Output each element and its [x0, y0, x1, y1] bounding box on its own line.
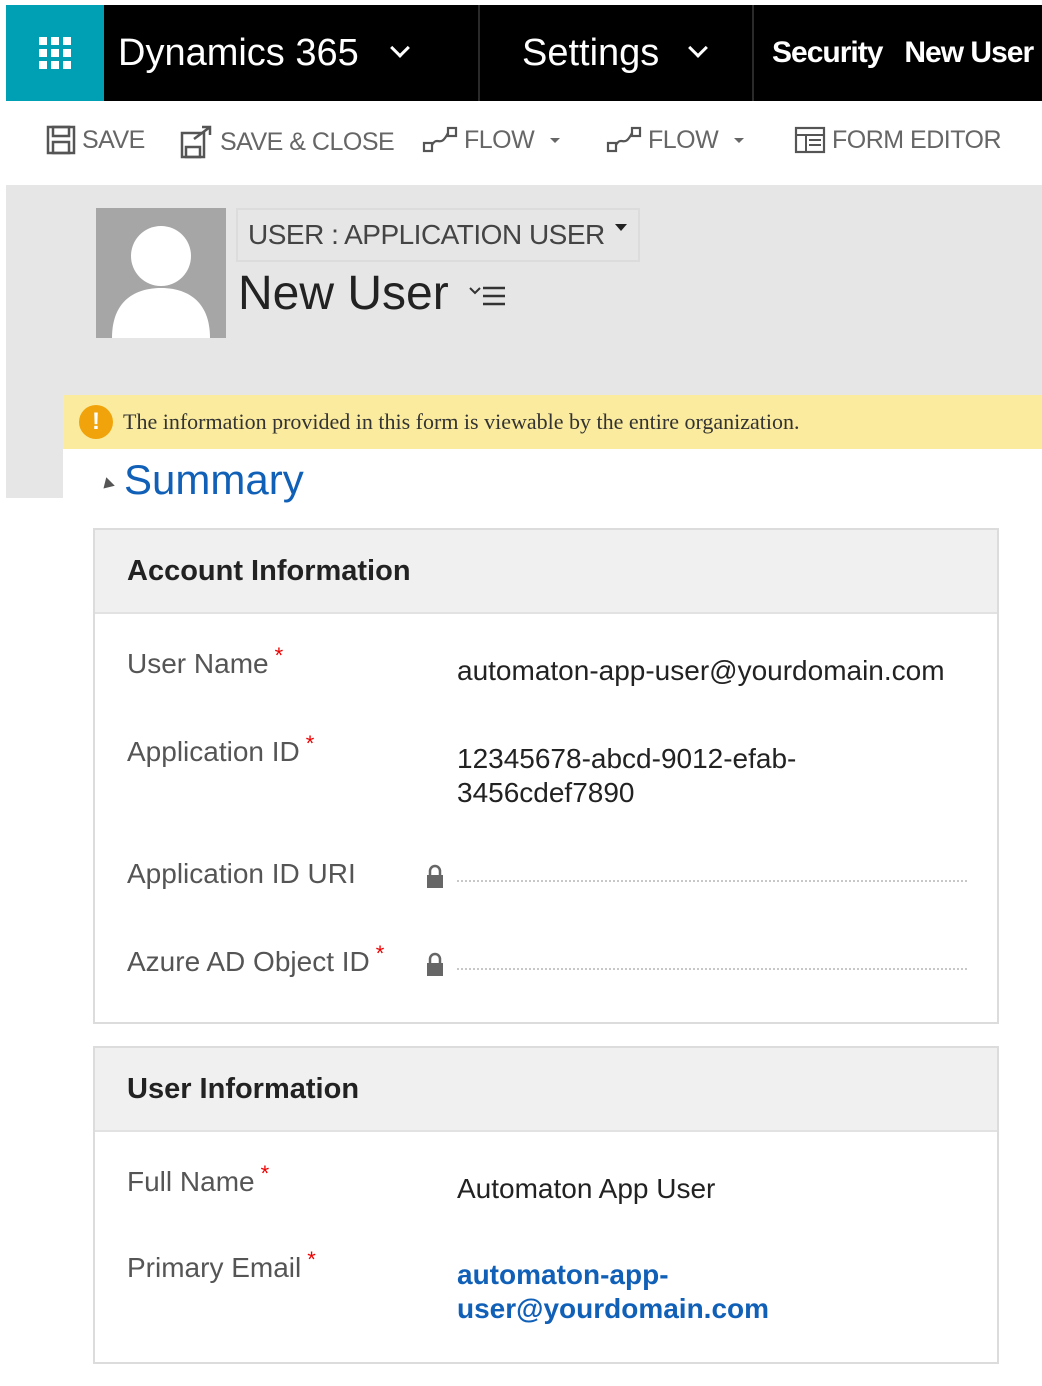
full-name-field: Full Name * Automaton App User: [127, 1161, 967, 1210]
collapse-triangle-icon: [99, 477, 115, 493]
account-information-section: Account Information User Name * automaton…: [93, 528, 999, 1024]
form-editor-label: FORM EDITOR: [832, 125, 1002, 154]
required-marker: *: [375, 941, 385, 966]
section-title: Account Information: [95, 530, 997, 614]
area-name: Settings: [522, 31, 660, 74]
command-bar: SAVE SAVE & CLOSE FLOW FLOW FORM EDITOR: [6, 101, 1042, 185]
user-name-field: User Name * automaton-app-user@yourdomain…: [127, 643, 967, 692]
field-label: Application ID *: [127, 731, 315, 767]
required-marker: *: [307, 1247, 316, 1272]
form-selector[interactable]: USER : APPLICATION USER: [236, 208, 640, 262]
full-name-value[interactable]: Automaton App User: [457, 1172, 715, 1206]
app-switcher[interactable]: Dynamics 365: [104, 5, 480, 101]
save-close-label: SAVE & CLOSE: [220, 127, 395, 156]
top-nav-bar: Dynamics 365 Settings Security New User: [6, 5, 1042, 101]
user-silhouette-icon: [112, 226, 210, 338]
primary-email-field: Primary Email * automaton-app- user@yourd…: [127, 1247, 967, 1332]
flow-label: FLOW: [464, 125, 535, 154]
summary-title: Summary: [124, 456, 304, 503]
section-title: User Information: [95, 1048, 997, 1132]
form-selector-label: USER : APPLICATION USER: [248, 219, 605, 250]
field-label: User Name *: [127, 643, 284, 679]
caret-down-icon: [550, 137, 561, 143]
record-title-text: New User: [238, 267, 449, 320]
save-label: SAVE: [82, 125, 145, 154]
caret-down-icon: [614, 223, 627, 231]
form-editor-button[interactable]: FORM EDITOR: [794, 125, 1002, 155]
warning-icon: !: [79, 405, 113, 439]
required-marker: *: [274, 643, 284, 668]
lock-icon: [427, 864, 443, 888]
primary-email-link[interactable]: automaton-app- user@yourdomain.com: [457, 1258, 769, 1326]
app-name: Dynamics 365: [118, 31, 359, 74]
waffle-icon: [39, 37, 71, 69]
chevron-down-icon: [688, 38, 709, 58]
form-editor-icon: [794, 126, 826, 154]
record-menu-icon[interactable]: [468, 284, 507, 310]
breadcrumb-new-user[interactable]: New User: [904, 36, 1034, 70]
chevron-down-icon: [389, 38, 410, 58]
required-marker: *: [305, 731, 315, 756]
save-close-icon: [180, 125, 212, 159]
azure-ad-object-id-input: [457, 968, 967, 970]
application-id-field: Application ID * 12345678-abcd-9012-efab-…: [127, 731, 967, 816]
breadcrumb-security[interactable]: Security: [772, 36, 883, 70]
avatar[interactable]: [96, 208, 226, 338]
breadcrumb: Security New User: [754, 5, 1042, 101]
save-icon: [46, 125, 76, 155]
flow-icon: [422, 126, 458, 153]
field-label: Full Name *: [127, 1161, 270, 1197]
flow-dropdown-1[interactable]: FLOW: [422, 125, 561, 155]
field-label: Application ID URI: [127, 858, 356, 889]
save-close-button[interactable]: SAVE & CLOSE: [180, 125, 395, 159]
left-rail: [6, 395, 63, 498]
application-id-uri-input: [457, 880, 967, 882]
field-label: Primary Email *: [127, 1247, 316, 1283]
save-button[interactable]: SAVE: [46, 125, 145, 155]
required-marker: *: [260, 1161, 270, 1186]
notification-bar: ! The information provided in this form …: [63, 395, 1042, 449]
area-switcher[interactable]: Settings: [480, 5, 754, 101]
record-title: New User: [238, 266, 507, 321]
summary-tab-header[interactable]: Summary: [99, 456, 304, 504]
application-id-value[interactable]: 12345678-abcd-9012-efab- 3456cdef7890: [457, 742, 796, 810]
user-information-section: User Information Full Name * Automaton Ap…: [93, 1046, 999, 1364]
user-name-value[interactable]: automaton-app-user@yourdomain.com: [457, 654, 945, 688]
notification-text: The information provided in this form is…: [123, 409, 800, 434]
flow-label: FLOW: [648, 125, 719, 154]
lock-icon: [427, 952, 443, 976]
application-id-uri-field: Application ID URI: [127, 858, 967, 902]
flow-dropdown-2[interactable]: FLOW: [606, 125, 745, 155]
field-label: Azure AD Object ID *: [127, 941, 385, 977]
flow-icon: [606, 126, 642, 153]
caret-down-icon: [734, 137, 745, 143]
app-launcher-button[interactable]: [6, 5, 104, 101]
azure-ad-object-id-field: Azure AD Object ID *: [127, 941, 967, 990]
